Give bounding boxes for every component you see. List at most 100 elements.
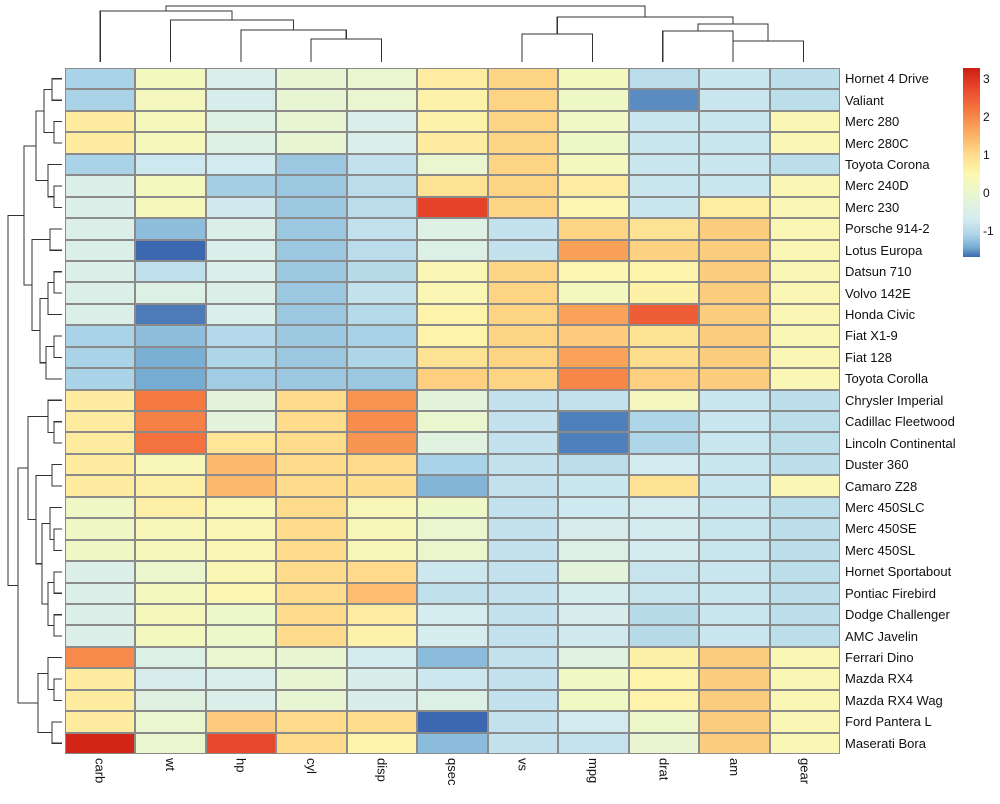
heatmap-cell — [417, 89, 488, 111]
heatmap-cell — [699, 518, 770, 540]
heatmap-cell — [135, 539, 206, 562]
heatmap-cell — [276, 432, 347, 454]
heatmap-cell — [699, 603, 770, 626]
heatmap-cell — [276, 282, 347, 304]
heatmap-cell — [276, 732, 347, 754]
heatmap-cell — [487, 475, 559, 497]
heatmap-cell — [628, 153, 700, 176]
heatmap-cell — [346, 346, 418, 369]
heatmap-cell — [65, 732, 136, 754]
column-label-text: wt — [163, 758, 179, 771]
heatmap-cell — [65, 175, 136, 197]
heatmap-cell — [699, 68, 770, 90]
heatmap-cell — [205, 389, 277, 411]
heatmap-figure: Hornet 4 Drive Valiant Merc 280 Merc 280C To… — [0, 0, 1000, 804]
row-label: Merc 450SE — [845, 521, 917, 537]
heatmap-cell — [135, 732, 206, 754]
heatmap-cell — [487, 539, 559, 562]
heatmap-cell — [699, 89, 770, 111]
heatmap-cell — [346, 110, 418, 133]
heatmap-cell — [417, 325, 488, 347]
heatmap-cell — [205, 668, 277, 690]
heatmap-cell — [628, 625, 700, 647]
heatmap-cell — [276, 68, 347, 90]
heatmap-cell — [205, 346, 277, 369]
heatmap-cell — [276, 218, 347, 240]
heatmap-cell — [276, 303, 347, 326]
column-label: qsec — [417, 758, 487, 804]
heatmap-cell — [558, 68, 629, 90]
heatmap-cell — [346, 582, 418, 604]
heatmap-cell — [558, 732, 629, 754]
heatmap-cell — [558, 153, 629, 176]
heatmap-cell — [276, 175, 347, 197]
heatmap-cell — [487, 453, 559, 476]
row-label: Fiat 128 — [845, 349, 892, 365]
heatmap-cell — [417, 561, 488, 583]
column-label-text: qsec — [444, 758, 460, 786]
heatmap-cell — [769, 346, 840, 369]
heatmap-cell — [558, 389, 629, 411]
color-key-tick-label: -1 — [983, 223, 994, 238]
heatmap-cell — [205, 432, 277, 454]
heatmap-cell — [558, 711, 629, 733]
heatmap-cell — [346, 68, 418, 90]
heatmap-cell — [276, 582, 347, 604]
heatmap-cell — [205, 475, 277, 497]
heatmap-cell — [699, 218, 770, 240]
heatmap-cell — [417, 68, 488, 90]
heatmap-cell — [628, 475, 700, 497]
heatmap-cell — [417, 239, 488, 261]
heatmap-cell — [699, 539, 770, 562]
heatmap-cell — [417, 282, 488, 304]
heatmap-cell — [628, 282, 700, 304]
heatmap-cell — [628, 496, 700, 519]
column-label: am — [699, 758, 769, 804]
heatmap-cell — [346, 282, 418, 304]
heatmap-cell — [628, 175, 700, 197]
heatmap-cell — [558, 518, 629, 540]
heatmap-cell — [135, 603, 206, 626]
heatmap-cell — [558, 196, 629, 219]
row-label: Duster 360 — [845, 457, 909, 473]
heatmap-cell — [276, 153, 347, 176]
heatmap-cell — [205, 368, 277, 390]
heatmap-cell — [628, 325, 700, 347]
heatmap-cell — [135, 582, 206, 604]
heatmap-cell — [346, 646, 418, 669]
heatmap-cell — [699, 689, 770, 712]
heatmap-cell — [417, 432, 488, 454]
heatmap-cell — [558, 582, 629, 604]
heatmap-cell — [628, 432, 700, 454]
column-label: carb — [65, 758, 135, 804]
heatmap-cell — [417, 518, 488, 540]
heatmap-cell — [205, 453, 277, 476]
column-label-text: vs — [515, 758, 531, 771]
heatmap-cell — [699, 475, 770, 497]
heatmap-cell — [769, 603, 840, 626]
heatmap-cell — [65, 432, 136, 454]
heatmap-cell — [769, 175, 840, 197]
heatmap-cell — [558, 432, 629, 454]
heatmap-cell — [65, 68, 136, 90]
column-dendrogram-svg — [99, 5, 804, 62]
heatmap-cell — [769, 689, 840, 712]
heatmap-cell — [205, 411, 277, 433]
heatmap-cell — [65, 539, 136, 562]
heatmap-cell — [628, 411, 700, 433]
heatmap-cell — [417, 303, 488, 326]
heatmap-cell — [487, 582, 559, 604]
color-key-tick-label: 1 — [983, 147, 990, 162]
heatmap-cell — [346, 175, 418, 197]
heatmap-cell — [135, 389, 206, 411]
row-label: Volvo 142E — [845, 285, 911, 301]
heatmap-cell — [699, 346, 770, 369]
heatmap-cell — [135, 475, 206, 497]
heatmap-cell — [135, 432, 206, 454]
heatmap-cell — [769, 218, 840, 240]
heatmap-cell — [276, 561, 347, 583]
heatmap-cell — [628, 689, 700, 712]
heatmap-cell — [699, 411, 770, 433]
heatmap-cell — [769, 239, 840, 261]
heatmap-cell — [558, 175, 629, 197]
